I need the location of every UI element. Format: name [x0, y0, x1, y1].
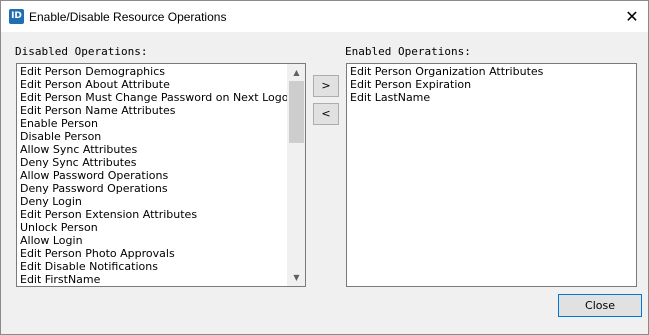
list-item[interactable]: Allow Login — [20, 234, 305, 247]
vertical-scrollbar[interactable]: ▲ ▼ — [287, 64, 305, 286]
move-left-button[interactable]: < — [313, 103, 339, 125]
list-item[interactable]: Allow Sync Attributes — [20, 143, 305, 156]
list-item[interactable]: Deny Login — [20, 195, 305, 208]
enabled-operations-list[interactable]: Edit Person Organization Attributes Edit … — [346, 63, 637, 287]
scroll-thumb[interactable] — [289, 81, 304, 143]
list-item[interactable]: Allow Password Operations — [20, 169, 305, 182]
title-bar: ID Enable/Disable Resource Operations ✕ — [1, 1, 648, 32]
close-icon[interactable]: ✕ — [615, 3, 649, 30]
list-item[interactable]: Edit Disable Notifications — [20, 260, 305, 273]
list-item[interactable]: Edit Person Photo Approvals — [20, 247, 305, 260]
list-item[interactable]: Edit Person Extension Attributes — [20, 208, 305, 221]
scroll-up-icon[interactable]: ▲ — [288, 64, 305, 81]
enabled-operations-items: Edit Person Organization Attributes Edit … — [350, 65, 636, 104]
dialog-window: ID Enable/Disable Resource Operations ✕ … — [0, 0, 649, 335]
app-icon: ID — [9, 9, 24, 24]
list-item[interactable]: Edit Person About Attribute — [20, 78, 305, 91]
list-item[interactable]: Disable Person — [20, 130, 305, 143]
list-item[interactable]: Edit Person Organization Attributes — [350, 65, 636, 78]
disabled-operations-list[interactable]: Edit Person Demographics Edit Person Abou… — [16, 63, 306, 287]
list-item[interactable]: Edit Person Name Attributes — [20, 104, 305, 117]
scroll-down-icon[interactable]: ▼ — [288, 269, 305, 286]
list-item[interactable]: Deny Password Operations — [20, 182, 305, 195]
list-item[interactable]: Unlock Person — [20, 221, 305, 234]
list-item[interactable]: Deny Sync Attributes — [20, 156, 305, 169]
list-item[interactable]: Edit Person Expiration — [350, 78, 636, 91]
list-item[interactable]: Edit Person Must Change Password on Next… — [20, 91, 305, 104]
move-right-button[interactable]: > — [313, 75, 339, 97]
close-button[interactable]: Close — [558, 294, 642, 317]
list-item[interactable]: Enable Person — [20, 117, 305, 130]
window-title: Enable/Disable Resource Operations — [29, 10, 227, 24]
list-item[interactable]: Edit LastName — [350, 91, 636, 104]
enabled-operations-label: Enabled Operations: — [345, 45, 471, 58]
disabled-operations-label: Disabled Operations: — [15, 45, 148, 58]
disabled-operations-items: Edit Person Demographics Edit Person Abou… — [20, 65, 305, 286]
list-item[interactable]: Edit FirstName — [20, 273, 305, 286]
list-item[interactable]: Edit Person Demographics — [20, 65, 305, 78]
